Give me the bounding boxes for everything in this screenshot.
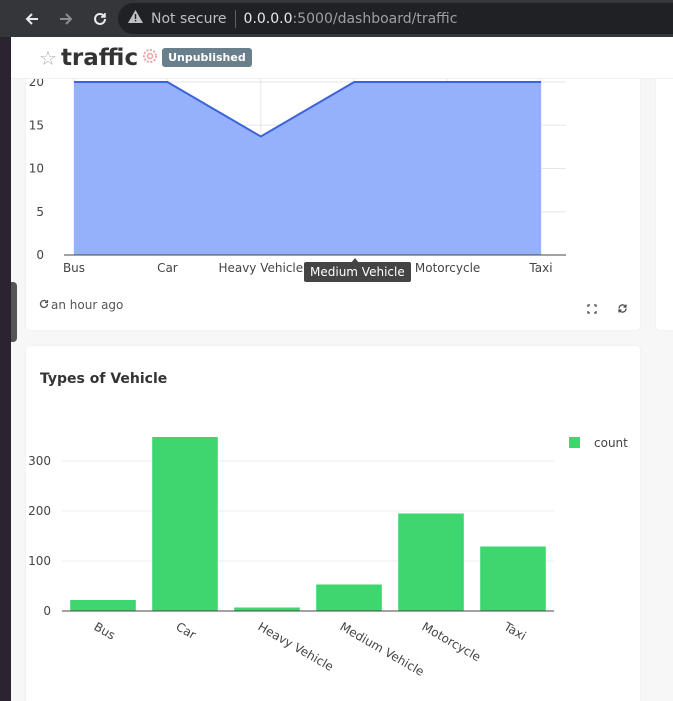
y-tick-label: 5 [36, 205, 44, 219]
last-refreshed: an hour ago [51, 298, 124, 312]
x-tick-label: Taxi [501, 619, 529, 643]
card-footer: an hour ago [39, 298, 123, 312]
forward-icon[interactable] [51, 4, 81, 34]
area-chart-card: 0 5 10 15 20 Bus Car Heavy Vehicle Motorcycle Tax… [26, 37, 640, 330]
dashboard-title: traffic [60, 44, 139, 71]
x-tick-label: Car [157, 261, 178, 275]
fullscreen-icon[interactable] [587, 299, 597, 318]
bar [480, 546, 546, 611]
bar [70, 600, 136, 611]
x-tick-label: Motorcycle [420, 619, 484, 664]
security-label: Not secure [151, 10, 227, 27]
x-tick-label: Bus [63, 261, 85, 275]
dashboard-page: 0 5 10 15 20 Bus Car Heavy Vehicle Motorcycle Tax… [11, 37, 673, 701]
y-tick-label: 100 [28, 554, 51, 568]
x-tick-label: Medium Vehicle [338, 619, 427, 678]
x-tick-label: Car [174, 619, 199, 641]
certified-icon [142, 48, 158, 68]
bar [316, 584, 382, 611]
url-host: 0.0.0.0 [243, 10, 293, 27]
status-badge: Unpublished [162, 48, 252, 67]
dashboard-header: ☆ traffic Unpublished [11, 37, 673, 79]
refresh-icon[interactable] [617, 299, 628, 318]
bar [152, 437, 218, 611]
favorite-star-icon[interactable]: ☆ [39, 48, 57, 68]
sidebar-handle[interactable] [11, 282, 17, 342]
warning-icon [128, 10, 143, 27]
y-tick-label: 0 [36, 248, 44, 262]
area-fill [74, 82, 541, 255]
bar [234, 607, 300, 611]
y-tick-label: 300 [28, 454, 51, 468]
y-tick-label: 0 [43, 604, 51, 618]
omnibox-separator [234, 9, 236, 28]
refresh-small-icon [39, 298, 49, 312]
x-tick-label: Taxi [528, 261, 552, 275]
address-bar[interactable]: Not secure 0.0.0.0:5000/dashboard/traffi… [118, 3, 673, 34]
y-tick-label: 10 [29, 162, 44, 176]
chart-tooltip: Medium Vehicle [304, 262, 411, 282]
y-tick-label: 15 [29, 118, 44, 132]
url-path: :5000/dashboard/traffic [292, 10, 458, 27]
legend-label: count [594, 436, 628, 450]
bar-chart: 0 100 200 300 Bus Car Heavy Vehicle Medium Vehi… [28, 436, 628, 679]
x-tick-label: Bus [92, 619, 118, 642]
back-icon[interactable] [17, 4, 47, 34]
side-card [656, 37, 673, 330]
x-tick-label: Motorcycle [415, 261, 480, 275]
y-tick-label: 200 [28, 504, 51, 518]
x-tick-label: Heavy Vehicle [256, 619, 336, 673]
browser-toolbar: Not secure 0.0.0.0:5000/dashboard/traffi… [0, 0, 673, 37]
bar-chart-card: Types of Vehicle 0 100 200 300 Bus Car Heavy V… [26, 346, 640, 701]
legend-swatch [569, 437, 580, 448]
bar [398, 513, 464, 611]
x-tick-label: Heavy Vehicle [218, 261, 303, 275]
reload-icon[interactable] [85, 4, 115, 34]
